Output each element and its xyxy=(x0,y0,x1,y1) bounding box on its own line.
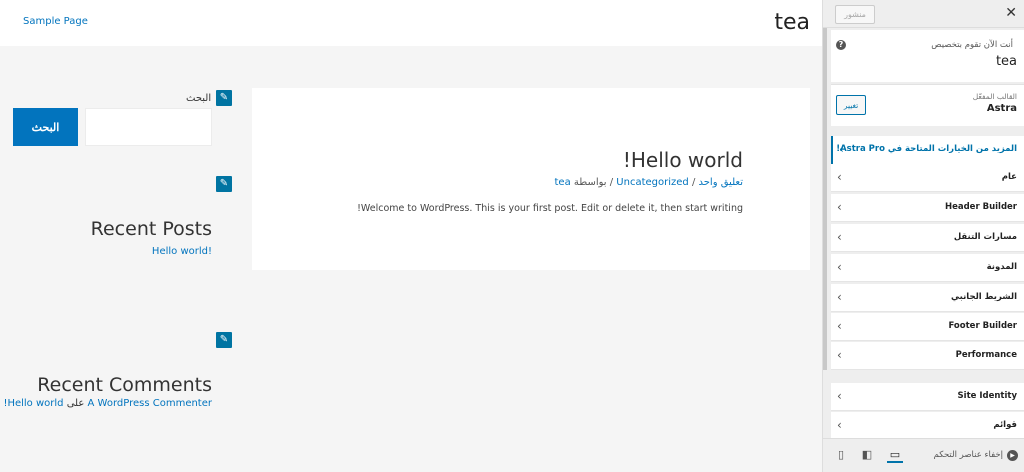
section-label: عام xyxy=(1001,172,1017,182)
publish-button[interactable]: منشور xyxy=(835,5,875,24)
section-label: Footer Builder xyxy=(948,321,1017,331)
astra-pro-section[interactable]: ‹ المزيد من الخيارات المتاحة في Astra Pr… xyxy=(831,136,1024,164)
chevron-left-icon: ‹ xyxy=(837,200,842,214)
theme-name: Astra xyxy=(986,103,1017,114)
panel-scrollbar[interactable] xyxy=(823,0,827,370)
chevron-left-icon: ‹ xyxy=(837,319,842,333)
section-footer-builder[interactable]: ‹ Footer Builder xyxy=(831,313,1024,341)
section-header-builder[interactable]: ‹ Header Builder xyxy=(831,194,1024,222)
desktop-icon[interactable]: ▭ xyxy=(887,447,903,463)
section-general[interactable]: ‹ عام xyxy=(831,164,1024,192)
post-card: Hello world! تعليق واحد / Uncategorized … xyxy=(252,88,810,270)
section-blog[interactable]: ‹ المدونة xyxy=(831,254,1024,282)
customizer-footer: ▯ ◧ ▭ إخفاء عناصر التحكم ▶ xyxy=(823,438,1024,472)
tablet-icon[interactable]: ◧ xyxy=(859,447,875,463)
customizer-header: منشور ✕ xyxy=(823,0,1024,28)
recent-post-link[interactable]: Hello world! xyxy=(152,246,212,257)
chevron-left-icon: ‹ xyxy=(837,290,842,304)
post-excerpt: Welcome to WordPress. This is your first… xyxy=(357,203,743,214)
post-category-link[interactable]: Uncategorized xyxy=(616,177,688,188)
post-author-prefix: بواسطة xyxy=(573,177,607,188)
active-theme: تغيير القالب المفعّل Astra xyxy=(831,84,1024,126)
pencil-icon[interactable]: ✎ xyxy=(216,332,232,348)
meta-separator: / xyxy=(606,177,617,188)
section-label: المدونة xyxy=(986,262,1017,272)
change-theme-button[interactable]: تغيير xyxy=(836,95,866,115)
site-title[interactable]: tea xyxy=(774,10,810,35)
section-label: Site Identity xyxy=(957,391,1017,401)
section-label: Header Builder xyxy=(944,202,1017,212)
section-label: الشريط الجانبي xyxy=(951,292,1017,302)
post-author-link[interactable]: tea xyxy=(555,177,571,188)
customizer-info: ? أنت الآن تقوم بتخصيص tea xyxy=(831,30,1024,82)
search-button[interactable]: البحث xyxy=(13,108,78,146)
nav-link-sample-page[interactable]: Sample Page xyxy=(23,16,88,27)
theme-caption: القالب المفعّل xyxy=(972,92,1017,101)
customizer-panel: منشور ✕ ? أنت الآن تقوم بتخصيص tea تغيير… xyxy=(822,0,1024,472)
site-preview: Sample Page tea Hello world! تعليق واحد … xyxy=(0,0,822,472)
chevron-left-icon: ‹ xyxy=(837,230,842,244)
collapse-icon[interactable]: ▶ xyxy=(1007,450,1018,461)
info-site-title: tea xyxy=(995,54,1017,69)
close-icon[interactable]: ✕ xyxy=(1005,5,1017,21)
section-label: قوائم xyxy=(993,420,1017,430)
post-comments-link[interactable]: تعليق واحد xyxy=(699,177,744,188)
section-label: Performance xyxy=(955,350,1017,360)
mobile-icon[interactable]: ▯ xyxy=(833,447,849,463)
site-header: Sample Page tea xyxy=(0,0,822,46)
help-icon[interactable]: ? xyxy=(836,40,846,50)
info-caption: أنت الآن تقوم بتخصيص xyxy=(931,40,1013,50)
comment-post-link[interactable]: Hello world! xyxy=(3,398,63,409)
section-sidebar[interactable]: ‹ الشريط الجانبي xyxy=(831,284,1024,312)
post-meta: تعليق واحد / Uncategorized / بواسطة tea xyxy=(555,177,744,188)
recent-comment: A WordPress Commenter على Hello world! xyxy=(3,398,212,409)
pencil-icon[interactable]: ✎ xyxy=(216,90,232,106)
chevron-left-icon: ‹ xyxy=(837,260,842,274)
section-label: مسارات التنقل xyxy=(953,232,1017,242)
chevron-left-icon: ‹ xyxy=(837,348,842,362)
chevron-left-icon: ‹ xyxy=(837,418,842,432)
comment-author-link[interactable]: A WordPress Commenter xyxy=(88,398,212,409)
section-performance[interactable]: ‹ Performance xyxy=(831,342,1024,370)
pencil-icon[interactable]: ✎ xyxy=(216,176,232,192)
section-breadcrumbs[interactable]: ‹ مسارات التنقل xyxy=(831,224,1024,252)
post-title[interactable]: Hello world! xyxy=(623,148,743,172)
meta-separator: / xyxy=(688,177,699,188)
chevron-left-icon: ‹ xyxy=(837,389,842,403)
recent-posts-title: Recent Posts xyxy=(90,218,212,240)
section-site-identity[interactable]: ‹ Site Identity xyxy=(831,383,1024,411)
search-label: البحث xyxy=(186,93,212,104)
hide-controls-label[interactable]: إخفاء عناصر التحكم xyxy=(934,450,1003,460)
chevron-left-icon: ‹ xyxy=(837,170,842,184)
section-menus[interactable]: ‹ قوائم xyxy=(831,412,1024,440)
section-label: المزيد من الخيارات المتاحة في Astra Pro! xyxy=(836,144,1017,154)
recent-comments-title: Recent Comments xyxy=(37,374,212,396)
search-input[interactable] xyxy=(85,108,212,146)
comment-on-text: على xyxy=(66,398,85,409)
